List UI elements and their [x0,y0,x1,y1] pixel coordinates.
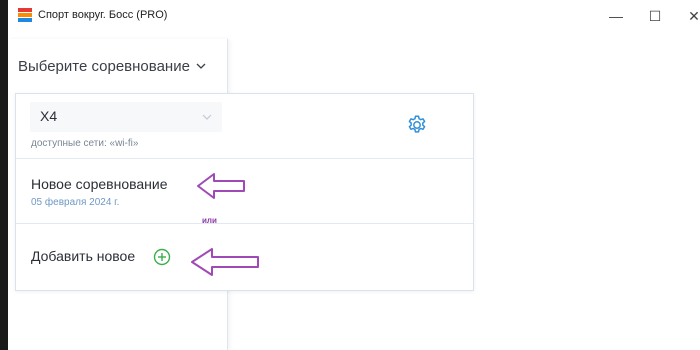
maximize-button[interactable]: ☐ [645,8,665,24]
minimize-button[interactable]: — [606,8,626,24]
device-select[interactable]: X4 [30,102,222,132]
app-window: Спорт вокруг. Босс (PRO) — ☐ ✕ Выберите … [0,0,700,350]
chevron-down-icon [196,63,206,69]
title-bar: Спорт вокруг. Босс (PRO) — ☐ ✕ [8,0,700,32]
competition-name: Новое соревнование [31,176,168,192]
annotation-arrow-competition [197,173,245,199]
close-button[interactable]: ✕ [684,8,700,24]
competition-date: 05 февраля 2024 г. [31,197,120,208]
gear-icon[interactable] [406,114,428,136]
window-title: Спорт вокруг. Босс (PRO) [38,9,168,21]
available-networks: доступные сети: «wi-fi» [31,138,139,149]
device-section: X4 доступные сети: «wi-fi» [16,94,473,159]
add-new-label: Добавить новое [31,248,136,264]
chevron-down-icon [202,114,212,120]
competition-select[interactable]: Выберите соревнование [18,55,206,77]
device-name: X4 [40,108,58,124]
plus-circle-icon[interactable] [153,248,171,266]
annotation-arrow-add-new [191,248,259,276]
app-logo-icon [18,8,32,22]
window-left-edge [0,0,8,350]
competition-select-label: Выберите соревнование [18,57,190,75]
